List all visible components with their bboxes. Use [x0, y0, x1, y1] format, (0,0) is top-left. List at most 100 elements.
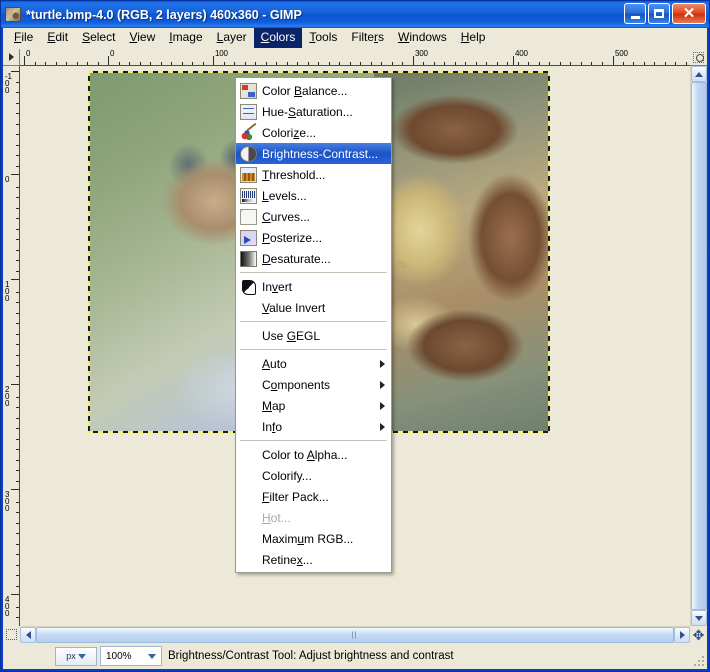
- ruler-minor-tick: [234, 62, 235, 65]
- resize-grip[interactable]: [693, 655, 705, 667]
- quick-mask-toggle[interactable]: [3, 626, 20, 643]
- scroll-up-button[interactable]: [691, 66, 707, 82]
- menu-item-curves[interactable]: Curves...: [236, 206, 391, 227]
- ruler-minor-tick: [497, 62, 498, 65]
- minimize-button[interactable]: [624, 3, 646, 24]
- ruler-origin-button[interactable]: [3, 49, 20, 66]
- ruler-major-tick: [11, 489, 19, 490]
- zoom-selector[interactable]: 100%: [100, 646, 162, 666]
- menu-item-colorify[interactable]: Colorify...: [236, 465, 391, 486]
- close-button[interactable]: ✕: [672, 3, 706, 24]
- menu-item-label: Posterize...: [262, 230, 323, 245]
- ruler-minor-tick: [665, 62, 666, 65]
- vertical-ruler[interactable]: -100 0 100 200 300 400: [3, 66, 20, 626]
- ruler-minor-tick: [16, 302, 19, 303]
- ruler-minor-tick: [16, 313, 19, 314]
- threshold-icon: [240, 166, 257, 183]
- menubar-item-file[interactable]: File: [7, 28, 40, 48]
- ruler-minor-tick: [686, 62, 687, 65]
- chevron-down-icon: [77, 653, 86, 659]
- navigation-cross-icon: ✥: [692, 626, 705, 643]
- ruler-minor-tick: [644, 62, 645, 65]
- ruler-major-tick: [24, 56, 25, 65]
- menu-item-use-gegl[interactable]: Use GEGL: [236, 325, 391, 346]
- menu-item-map[interactable]: Map: [236, 395, 391, 416]
- chevron-down-icon: [148, 653, 156, 659]
- scroll-left-button[interactable]: [20, 627, 36, 643]
- menu-item-color-balance[interactable]: Color Balance...: [236, 80, 391, 101]
- menubar-item-colors[interactable]: Colors: [253, 28, 303, 48]
- menu-item-label: Map: [262, 398, 286, 413]
- ruler-major-tick: [11, 174, 19, 175]
- ruler-minor-tick: [140, 62, 141, 65]
- ruler-minor-tick: [45, 62, 46, 65]
- maximize-button[interactable]: [648, 3, 670, 24]
- navigation-preview-button[interactable]: ✥: [690, 626, 707, 643]
- ruler-minor-tick: [56, 62, 57, 65]
- menu-item-label: Brightness-Contrast...: [262, 146, 379, 161]
- menu-item-desaturate[interactable]: Desaturate...: [236, 248, 391, 269]
- menu-item-auto[interactable]: Auto: [236, 353, 391, 374]
- menu-item-value-invert[interactable]: Value Invert: [236, 297, 391, 318]
- ruler-minor-tick: [16, 229, 19, 230]
- menu-separator: [240, 321, 387, 322]
- ruler-major-tick: [11, 279, 19, 280]
- vertical-scrollbar-thumb[interactable]: [691, 82, 707, 610]
- title-bar[interactable]: *turtle.bmp-4.0 (RGB, 2 layers) 460x360 …: [1, 1, 709, 28]
- ruler-minor-tick: [16, 208, 19, 209]
- menu-icon-placeholder: [240, 419, 257, 435]
- menu-item-brightness-contrast[interactable]: Brightness-Contrast...: [236, 143, 391, 164]
- colorize-icon: [240, 124, 257, 141]
- ruler-minor-tick: [16, 334, 19, 335]
- ruler-major-tick: [213, 56, 214, 65]
- menu-item-levels[interactable]: Levels...: [236, 185, 391, 206]
- menu-item-hue-saturation[interactable]: Hue-Saturation...: [236, 101, 391, 122]
- ruler-minor-tick: [16, 92, 19, 93]
- menu-item-label: Invert: [262, 279, 293, 294]
- menubar-item-filters[interactable]: Filters: [344, 28, 391, 48]
- menu-item-invert[interactable]: Invert: [236, 276, 391, 297]
- menu-item-threshold[interactable]: Threshold...: [236, 164, 391, 185]
- ruler-minor-tick: [16, 418, 19, 419]
- menubar-item-help[interactable]: Help: [454, 28, 493, 48]
- ruler-minor-tick: [402, 62, 403, 65]
- menubar-item-select[interactable]: Select: [75, 28, 122, 48]
- menu-item-retinex[interactable]: Retinex...: [236, 549, 391, 570]
- scroll-right-button[interactable]: [674, 627, 690, 643]
- menubar-item-edit[interactable]: Edit: [40, 28, 75, 48]
- ruler-minor-tick: [602, 62, 603, 65]
- menubar-item-image[interactable]: Image: [162, 28, 209, 48]
- menu-item-posterize[interactable]: Posterize...: [236, 227, 391, 248]
- menu-item-label: Hue-Saturation...: [262, 104, 353, 119]
- quick-mask-icon: [6, 629, 17, 640]
- ruler-minor-tick: [87, 62, 88, 65]
- horizontal-scrollbar[interactable]: [20, 626, 690, 643]
- menu-item-label: Levels...: [262, 188, 307, 203]
- horizontal-scrollbar-thumb[interactable]: [36, 627, 674, 643]
- menu-icon-placeholder: [240, 510, 257, 526]
- unit-selector[interactable]: px: [55, 646, 97, 666]
- menu-item-filter-pack[interactable]: Filter Pack...: [236, 486, 391, 507]
- menubar-item-layer[interactable]: Layer: [210, 28, 254, 48]
- menu-bar: File Edit Select View Image Layer Colors Tools F…: [3, 28, 707, 49]
- menu-item-colorize[interactable]: Colorize...: [236, 122, 391, 143]
- menu-item-components[interactable]: Components: [236, 374, 391, 395]
- colors-dropdown-menu[interactable]: Color Balance... Hue-Saturation... Coloriz…: [235, 77, 392, 573]
- menu-item-maximum-rgb[interactable]: Maximum RGB...: [236, 528, 391, 549]
- menubar-item-tools[interactable]: Tools: [302, 28, 344, 48]
- horizontal-ruler[interactable]: 0 0 100 300 400 500: [20, 49, 690, 66]
- menu-item-color-to-alpha[interactable]: Color to Alpha...: [236, 444, 391, 465]
- menubar-item-windows[interactable]: Windows: [391, 28, 454, 48]
- vertical-scrollbar[interactable]: [690, 66, 707, 626]
- menu-icon-placeholder: [240, 489, 257, 505]
- menu-item-info[interactable]: Info: [236, 416, 391, 437]
- zoom-image-button[interactable]: [690, 49, 707, 66]
- ruler-minor-tick: [16, 292, 19, 293]
- ruler-minor-tick: [350, 62, 351, 65]
- menubar-item-view[interactable]: View: [122, 28, 162, 48]
- scroll-down-button[interactable]: [691, 610, 707, 626]
- menu-separator: [240, 440, 387, 441]
- menu-item-label: Filter Pack...: [262, 489, 329, 504]
- menu-icon-placeholder: [240, 356, 257, 372]
- ruler-minor-tick: [16, 82, 19, 83]
